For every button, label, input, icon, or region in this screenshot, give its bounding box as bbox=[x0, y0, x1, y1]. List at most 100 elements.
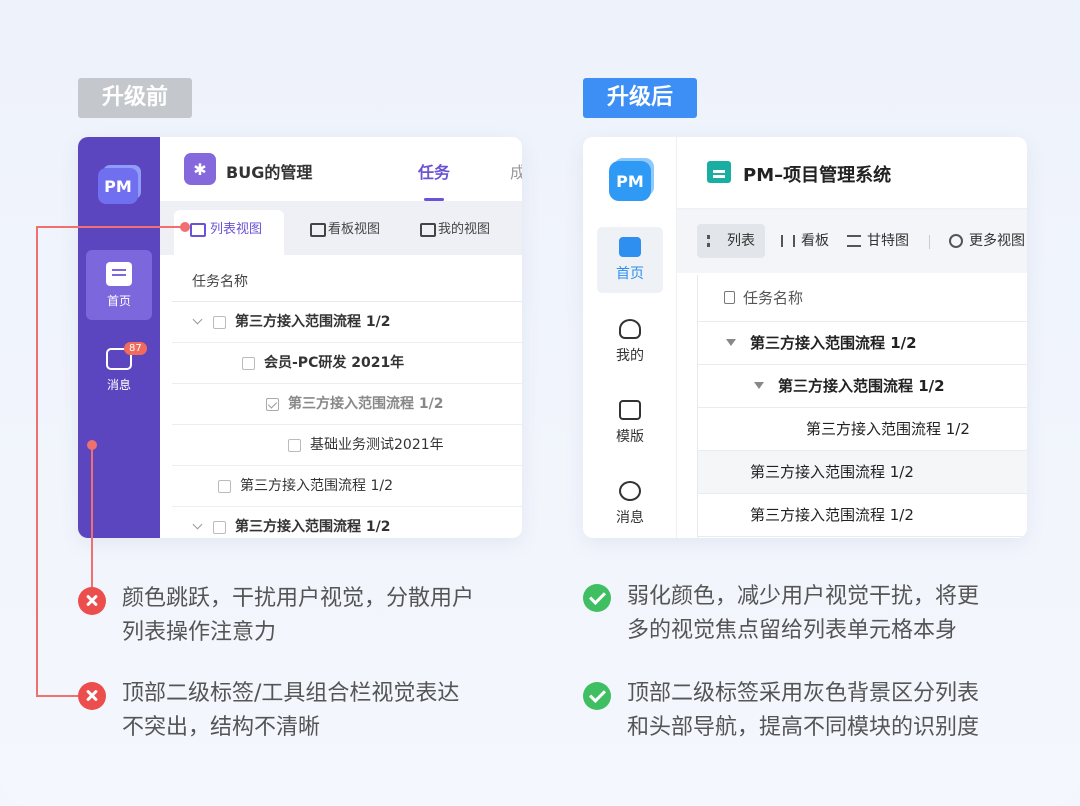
table-row[interactable]: 基础业务测试2021年 bbox=[172, 425, 522, 466]
note-line: 顶部二级标签采用灰色背景区分列表 bbox=[627, 681, 980, 706]
toolbar-label: 甘特图 bbox=[867, 233, 909, 249]
column-header: 任务名称 bbox=[172, 263, 522, 302]
board-user-icon bbox=[420, 223, 436, 237]
checkbox[interactable] bbox=[242, 356, 255, 370]
checkbox[interactable] bbox=[213, 520, 226, 534]
table-row[interactable]: 第三方接入范围流程 1/2 bbox=[172, 466, 522, 507]
app-logo[interactable]: PM bbox=[609, 161, 651, 201]
more-icon bbox=[949, 234, 963, 248]
before-note-1: 颜色跳跃，干扰用户视觉，分散用户 列表操作注意力 bbox=[122, 582, 474, 650]
sidebar-item-messages[interactable]: 消息 bbox=[597, 471, 663, 537]
more-views-button[interactable]: 更多视图 bbox=[939, 224, 1025, 258]
table-row[interactable]: 第三方接入范围流程 1/2 bbox=[698, 365, 1027, 408]
check-icon bbox=[583, 682, 611, 710]
table-row[interactable]: 第三方接入范围流程 1/2 bbox=[698, 322, 1027, 365]
after-note-2: 顶部二级标签采用灰色背景区分列表 和头部导航，提高不同模块的识别度 bbox=[627, 677, 979, 745]
row-text: 第三方接入范围流程 1/2 bbox=[288, 396, 444, 412]
tab-tasks[interactable]: 任务 bbox=[418, 159, 450, 183]
after-screenshot: PM 首页 我的 模版 消息 PM–项目管理系统 列表 看板 甘特图 更多视图 … bbox=[583, 137, 1027, 538]
app-logo[interactable]: PM bbox=[98, 168, 138, 204]
checkbox-checked[interactable] bbox=[266, 397, 279, 411]
checkbox[interactable] bbox=[218, 479, 231, 493]
sidebar-item-label: 模版 bbox=[616, 429, 644, 445]
view-label: 列表视图 bbox=[210, 222, 263, 237]
header-label: 任务名称 bbox=[743, 289, 804, 307]
list-icon bbox=[707, 235, 721, 247]
note-line: 和头部导航，提高不同模块的识别度 bbox=[627, 715, 980, 740]
row-text: 第三方接入范围流程 1/2 bbox=[806, 420, 970, 438]
board-icon bbox=[310, 223, 326, 237]
project-title: PM–项目管理系统 bbox=[743, 165, 892, 186]
sidebar-item-label: 我的 bbox=[616, 348, 644, 364]
sidebar-item-home[interactable]: 首页 bbox=[86, 250, 152, 320]
tab-list-view[interactable]: 列表视图 bbox=[174, 210, 284, 255]
checkbox[interactable] bbox=[213, 315, 226, 329]
row-text: 第三方接入范围流程 1/2 bbox=[750, 506, 914, 524]
tab-list[interactable]: 列表 bbox=[697, 224, 765, 258]
annotation-line bbox=[36, 695, 84, 697]
table-row[interactable]: 第三方接入范围流程 1/2 bbox=[698, 408, 1027, 451]
monitor-icon bbox=[619, 237, 641, 257]
folder-icon bbox=[707, 161, 731, 183]
sidebar-item-templates[interactable]: 模版 bbox=[597, 390, 663, 456]
tab-board[interactable]: 看板 bbox=[771, 224, 829, 258]
home-icon bbox=[106, 262, 132, 286]
tab-gantt[interactable]: 甘特图 bbox=[837, 224, 909, 258]
view-toolbar: 列表 看板 甘特图 更多视图 bbox=[677, 209, 1027, 273]
sidebar-item-home[interactable]: 首页 bbox=[597, 227, 663, 293]
sidebar-item-label: 消息 bbox=[616, 510, 644, 526]
before-label: 升级前 bbox=[78, 78, 193, 118]
checkbox[interactable] bbox=[288, 438, 301, 452]
table-row[interactable]: 第三方接入范围流程 1/2 bbox=[698, 451, 1027, 494]
row-text: 第三方接入范围流程 1/2 bbox=[240, 478, 393, 494]
table-row[interactable]: 会员-PC研发 2021年 bbox=[172, 343, 522, 384]
column-header: 任务名称 bbox=[698, 275, 1027, 322]
note-line: 不突出，结构不清晰 bbox=[122, 715, 321, 740]
note-line: 顶部二级标签/工具组合栏视觉表达 bbox=[122, 681, 460, 706]
sidebar-item-label: 消息 bbox=[106, 378, 131, 392]
table-row[interactable]: 第三方接入范围流程 1/2 bbox=[698, 494, 1027, 537]
chevron-down-icon[interactable] bbox=[192, 314, 203, 325]
note-line: 颜色跳跃，干扰用户视觉，分散用户 bbox=[122, 586, 475, 611]
after-note-1: 弱化颜色，减少用户视觉干扰，将更 多的视觉焦点留给列表单元格本身 bbox=[627, 580, 979, 648]
caret-down-icon[interactable] bbox=[726, 339, 736, 346]
view-label: 看板视图 bbox=[328, 222, 381, 237]
document-icon bbox=[619, 400, 641, 420]
task-table: 任务名称 第三方接入范围流程 1/2 第三方接入范围流程 1/2 第三方接入范围… bbox=[697, 275, 1027, 538]
gantt-icon bbox=[847, 235, 861, 247]
sidebar-item-messages[interactable]: 87 消息 bbox=[86, 342, 152, 402]
table-row[interactable]: 第三方接入范围流程 1/2 bbox=[172, 302, 522, 343]
toolbar-label: 列表 bbox=[727, 233, 755, 249]
table-row[interactable]: 第三方接入范围流程 1/2 bbox=[172, 507, 522, 538]
before-note-2: 顶部二级标签/工具组合栏视觉表达 不突出，结构不清晰 bbox=[122, 677, 459, 745]
error-icon bbox=[78, 587, 106, 615]
error-icon bbox=[78, 682, 106, 710]
caret-down-icon[interactable] bbox=[754, 382, 764, 389]
toolbar-label: 看板 bbox=[801, 233, 829, 249]
tab-more[interactable]: 成 bbox=[510, 159, 522, 183]
annotation-line bbox=[36, 226, 186, 228]
annotation-line bbox=[36, 226, 38, 696]
row-text: 第三方接入范围流程 1/2 bbox=[750, 334, 917, 352]
sidebar-item-label: 首页 bbox=[616, 266, 644, 282]
row-text: 第三方接入范围流程 1/2 bbox=[750, 463, 914, 481]
sidebar-item-mine[interactable]: 我的 bbox=[597, 309, 663, 375]
project-header: ✱ BUG的管理 任务 成 bbox=[160, 137, 522, 201]
table-row[interactable]: 第三方接入范围流程 1/2 bbox=[172, 384, 522, 425]
view-label: 我的视图 bbox=[438, 222, 491, 237]
divider bbox=[929, 235, 930, 249]
task-table: 任务名称 第三方接入范围流程 1/2 会员-PC研发 2021年 第三方接入范围… bbox=[172, 263, 522, 538]
unread-badge: 87 bbox=[124, 342, 147, 355]
check-icon bbox=[583, 584, 611, 612]
note-line: 多的视觉焦点留给列表单元格本身 bbox=[627, 618, 958, 643]
tab-board-view[interactable]: 看板视图 bbox=[298, 210, 380, 255]
list-settings-icon bbox=[190, 223, 206, 237]
row-text: 第三方接入范围流程 1/2 bbox=[235, 314, 391, 330]
note-line: 弱化颜色，减少用户视觉干扰，将更 bbox=[627, 584, 980, 609]
row-text: 第三方接入范围流程 1/2 bbox=[235, 519, 391, 535]
tab-my-view[interactable]: 我的视图 bbox=[408, 210, 490, 255]
chevron-down-icon[interactable] bbox=[192, 519, 203, 530]
row-text: 基础业务测试2021年 bbox=[310, 437, 444, 453]
after-label: 升级后 bbox=[583, 78, 698, 118]
note-line: 列表操作注意力 bbox=[122, 620, 277, 645]
